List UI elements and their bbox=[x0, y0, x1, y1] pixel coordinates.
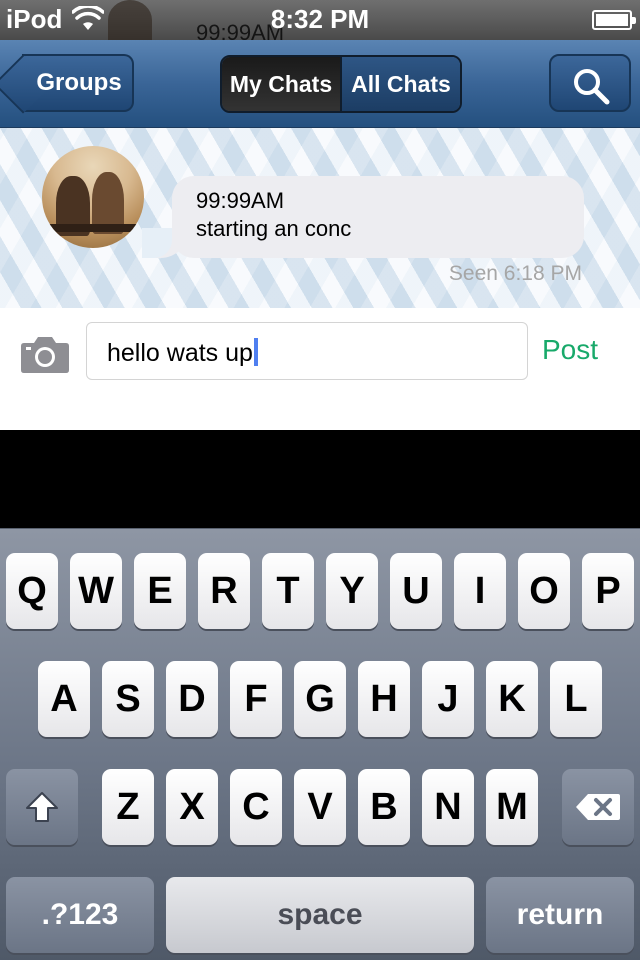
key-l[interactable]: L bbox=[550, 661, 602, 737]
key-c[interactable]: C bbox=[230, 769, 282, 845]
key-t[interactable]: T bbox=[262, 553, 314, 629]
message-thread[interactable]: 99:99AM starting an conc Seen 6:18 PM bbox=[0, 128, 640, 308]
key-b[interactable]: B bbox=[358, 769, 410, 845]
shift-key[interactable] bbox=[6, 769, 78, 845]
battery-icon bbox=[592, 10, 636, 30]
message-input[interactable]: hello wats up bbox=[86, 322, 528, 380]
segment-all-chats[interactable]: All Chats bbox=[340, 57, 460, 111]
post-button[interactable]: Post bbox=[542, 334, 598, 366]
composer: hello wats up Post bbox=[0, 308, 640, 430]
key-h[interactable]: H bbox=[358, 661, 410, 737]
key-z[interactable]: Z bbox=[102, 769, 154, 845]
key-m[interactable]: M bbox=[486, 769, 538, 845]
chats-segmented-control: My Chats All Chats bbox=[220, 55, 462, 113]
navigation-bar: Groups My Chats All Chats bbox=[0, 40, 640, 128]
key-r[interactable]: R bbox=[198, 553, 250, 629]
segment-my-chats[interactable]: My Chats bbox=[222, 57, 340, 111]
keyboard-gap bbox=[0, 430, 640, 528]
key-g[interactable]: G bbox=[294, 661, 346, 737]
avatar[interactable] bbox=[42, 146, 144, 248]
key-p[interactable]: P bbox=[582, 553, 634, 629]
message-bubble[interactable]: 99:99AM starting an conc bbox=[142, 176, 584, 258]
key-o[interactable]: O bbox=[518, 553, 570, 629]
key-y[interactable]: Y bbox=[326, 553, 378, 629]
key-v[interactable]: V bbox=[294, 769, 346, 845]
numbers-key[interactable]: .?123 bbox=[6, 877, 154, 953]
message-time: 99:99AM bbox=[196, 188, 285, 213]
key-n[interactable]: N bbox=[422, 769, 474, 845]
keyboard: Q W E R T Y U I O P A S D F G H J K L Z … bbox=[0, 528, 640, 960]
space-key[interactable]: space bbox=[166, 877, 474, 953]
backspace-icon bbox=[576, 794, 620, 820]
search-icon bbox=[574, 69, 610, 105]
search-button[interactable] bbox=[549, 54, 631, 112]
shift-icon bbox=[26, 792, 58, 822]
key-f[interactable]: F bbox=[230, 661, 282, 737]
camera-icon[interactable] bbox=[20, 334, 70, 374]
return-key[interactable]: return bbox=[486, 877, 634, 953]
key-u[interactable]: U bbox=[390, 553, 442, 629]
seen-status: Seen 6:18 PM bbox=[448, 262, 582, 285]
message-input-value: hello wats up bbox=[107, 339, 253, 367]
back-button-label: Groups bbox=[36, 69, 122, 96]
key-d[interactable]: D bbox=[166, 661, 218, 737]
key-q[interactable]: Q bbox=[6, 553, 58, 629]
status-time: 8:32 PM bbox=[270, 4, 370, 34]
key-x[interactable]: X bbox=[166, 769, 218, 845]
key-j[interactable]: J bbox=[422, 661, 474, 737]
key-s[interactable]: S bbox=[102, 661, 154, 737]
key-k[interactable]: K bbox=[486, 661, 538, 737]
status-bar: iPod 99:99AM 8:32 PM bbox=[0, 0, 640, 40]
key-i[interactable]: I bbox=[454, 553, 506, 629]
key-e[interactable]: E bbox=[134, 553, 186, 629]
message-text: starting an conc bbox=[196, 216, 352, 241]
key-w[interactable]: W bbox=[70, 553, 122, 629]
back-button-groups[interactable]: Groups bbox=[22, 54, 134, 112]
delete-key[interactable] bbox=[562, 769, 634, 845]
text-caret bbox=[253, 338, 258, 366]
avatar-bench bbox=[42, 224, 144, 232]
key-a[interactable]: A bbox=[38, 661, 90, 737]
